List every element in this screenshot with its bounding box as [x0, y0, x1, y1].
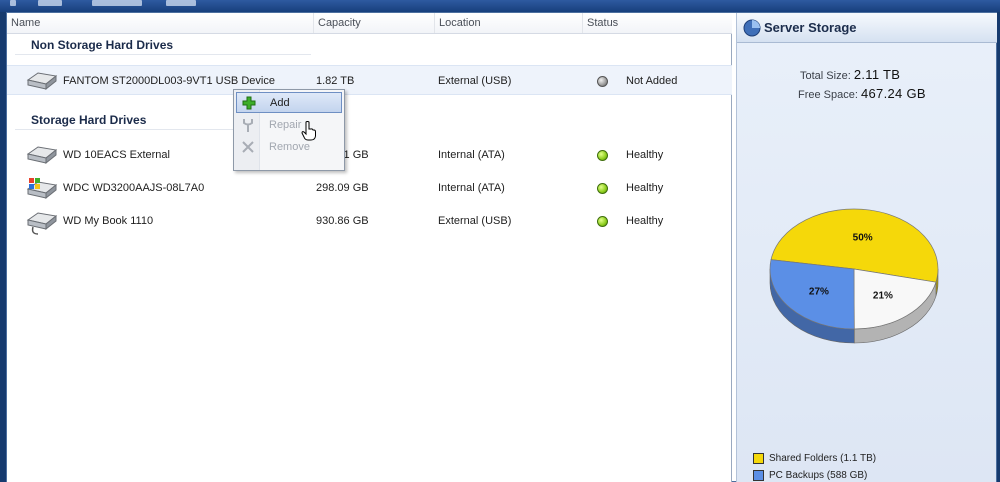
drive-location: External (USB)	[438, 75, 512, 87]
drive-capacity: 930.86 GB	[316, 215, 369, 227]
menu-item-label: Repair	[269, 119, 302, 131]
storage-pie-chart: 50% 21% 27%	[769, 208, 939, 344]
main-window: Name Capacity Location Status Non Storag…	[6, 12, 997, 482]
menu-item-add[interactable]: Add	[236, 92, 342, 113]
menu-item-repair[interactable]: Repair	[236, 115, 342, 136]
drive-row-wdc-wd3200aajs[interactable]: WDC WD3200AAJS-08L7A0 298.09 GB Internal…	[7, 173, 732, 203]
toolbar-button-fragment[interactable]	[38, 0, 62, 6]
status-healthy-icon	[597, 183, 608, 194]
server-storage-panel: Server Storage Total Size: 2.11 TB Free …	[736, 13, 997, 482]
toolbar-button-fragment[interactable]	[92, 0, 142, 6]
total-size-label: Total Size:	[800, 70, 851, 82]
toolbar-strip	[0, 0, 1000, 12]
context-menu: Add Repair Remove	[233, 89, 345, 171]
drive-location: Internal (ATA)	[438, 182, 505, 194]
wrench-icon	[243, 119, 253, 132]
column-header-name[interactable]: Name	[7, 13, 314, 33]
drive-name: WD 10EACS External	[63, 149, 170, 161]
drive-row-wd-my-book[interactable]: WD My Book 1110 930.86 GB External (USB)…	[7, 206, 732, 236]
server-storage-header: Server Storage	[737, 13, 997, 43]
legend-label: Shared Folders (1.1 TB)	[769, 453, 877, 464]
status-healthy-icon	[597, 150, 608, 161]
hand-cursor-icon	[301, 121, 316, 141]
drive-name: WD My Book 1110	[63, 215, 154, 227]
legend-swatch	[753, 453, 764, 464]
group-header-storage: Storage Hard Drives	[31, 113, 147, 127]
column-header-capacity[interactable]: Capacity	[314, 13, 435, 33]
status-healthy-icon	[597, 216, 608, 227]
legend-swatch	[753, 470, 764, 481]
toolbar-button-fragment[interactable]	[10, 0, 16, 6]
drive-row-fantom[interactable]: FANTOM ST2000DL003-9VT1 USB Device 1.82 …	[7, 65, 732, 95]
column-header-status[interactable]: Status	[583, 13, 732, 33]
drive-status: Healthy	[626, 215, 664, 227]
legend-item-shared-folders: Shared Folders (1.1 TB)	[753, 450, 876, 467]
column-header-location[interactable]: Location	[435, 13, 583, 33]
hard-drive-list: Name Capacity Location Status Non Storag…	[7, 13, 732, 482]
hard-drive-icon	[26, 72, 58, 91]
total-size-row: Total Size: 2.11 TB	[800, 67, 900, 82]
x-icon	[242, 141, 254, 153]
hard-drive-icon	[26, 146, 58, 165]
plus-icon	[242, 96, 256, 110]
pie-slice-label: 21%	[873, 291, 893, 302]
group-divider	[15, 54, 311, 55]
server-storage-icon	[743, 19, 761, 37]
status-not-added-icon	[597, 76, 608, 87]
column-header-bar: Name Capacity Location Status	[7, 13, 732, 34]
group-header-non-storage: Non Storage Hard Drives	[31, 38, 174, 52]
drive-row-wd10eacs[interactable]: WD 10EACS External 931.51 GB Internal (A…	[7, 140, 732, 170]
menu-item-remove[interactable]: Remove	[236, 137, 342, 158]
legend-label: PC Backups (588 GB)	[769, 470, 868, 481]
legend-item-pc-backups: PC Backups (588 GB)	[753, 467, 876, 482]
free-space-label: Free Space:	[798, 89, 858, 101]
pie-slice-label: 27%	[809, 286, 829, 297]
toolbar-button-fragment[interactable]	[166, 0, 196, 6]
drive-location: External (USB)	[438, 215, 512, 227]
drive-status: Not Added	[626, 75, 678, 87]
free-space-value: 467.24 GB	[860, 86, 926, 101]
pie-slice-label: 50%	[853, 233, 873, 244]
panel-title: Server Storage	[764, 20, 857, 35]
drive-status: Healthy	[626, 149, 664, 161]
drive-capacity: 298.09 GB	[316, 182, 369, 194]
drive-location: Internal (ATA)	[438, 149, 505, 161]
chart-legend: Shared Folders (1.1 TB) PC Backups (588 …	[753, 450, 876, 482]
external-drive-icon	[26, 212, 58, 235]
total-size-value: 2.11 TB	[853, 67, 901, 82]
free-space-row: Free Space: 467.24 GB	[798, 86, 926, 101]
menu-item-label: Add	[270, 97, 290, 109]
drive-name: WDC WD3200AAJS-08L7A0	[63, 182, 205, 194]
system-drive-icon	[26, 178, 58, 200]
drive-status: Healthy	[626, 182, 664, 194]
